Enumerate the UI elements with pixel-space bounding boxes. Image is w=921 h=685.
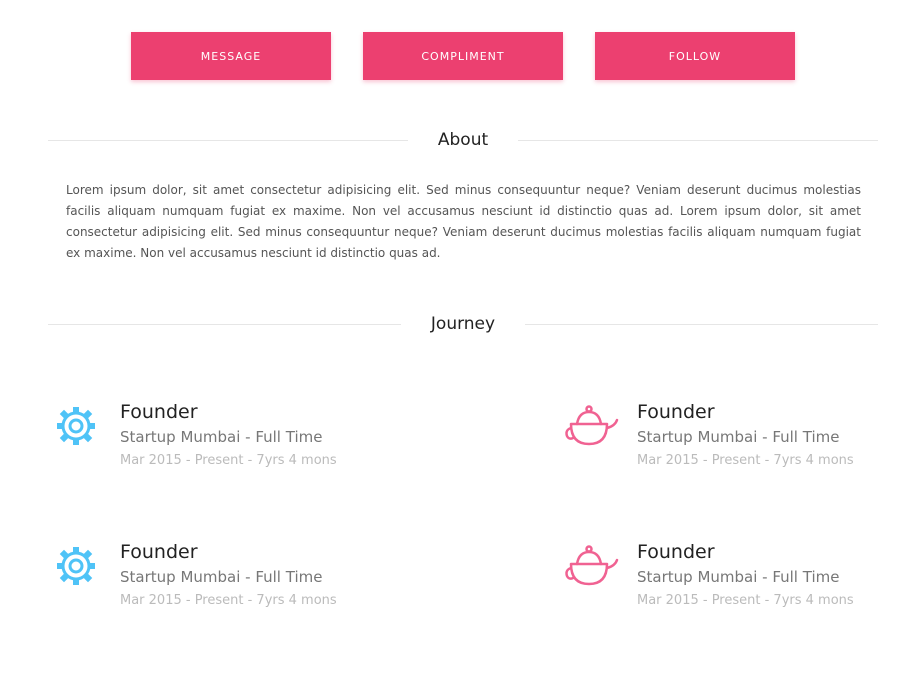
journey-company: Startup Mumbai - Full Time	[637, 568, 840, 586]
about-heading: About	[48, 130, 879, 150]
journey-item: Founder Startup Mumbai - Full Time Mar 2…	[563, 540, 893, 610]
divider	[48, 323, 401, 325]
journey-info: Founder Startup Mumbai - Full Time Mar 2…	[637, 400, 854, 470]
gear-icon	[57, 547, 95, 585]
journey-company: Startup Mumbai - Full Time	[637, 428, 840, 446]
follow-button[interactable]: Follow	[595, 32, 795, 80]
divider	[48, 139, 408, 141]
journey-title: Journey	[430, 314, 496, 334]
about-title: About	[437, 130, 489, 150]
message-button[interactable]: Message	[131, 32, 331, 80]
journey-period: Mar 2015 - Present - 7yrs 4 mons	[120, 593, 337, 608]
divider	[518, 139, 879, 141]
journey-role: Founder	[637, 401, 715, 423]
journey-item: Founder Startup Mumbai - Full Time Mar 2…	[52, 540, 382, 610]
journey-company: Startup Mumbai - Full Time	[120, 428, 323, 446]
journey-role: Founder	[120, 541, 198, 563]
action-buttons: Message Compliment Follow	[131, 32, 795, 80]
gear-icon	[57, 407, 95, 445]
journey-info: Founder Startup Mumbai - Full Time Mar 2…	[637, 540, 854, 610]
journey-company: Startup Mumbai - Full Time	[120, 568, 323, 586]
journey-info: Founder Startup Mumbai - Full Time Mar 2…	[120, 400, 337, 470]
journey-role: Founder	[637, 541, 715, 563]
journey-role: Founder	[120, 401, 198, 423]
compliment-button[interactable]: Compliment	[363, 32, 563, 80]
journey-heading: Journey	[48, 314, 878, 334]
journey-info: Founder Startup Mumbai - Full Time Mar 2…	[120, 540, 337, 610]
divider	[525, 323, 878, 325]
journey-period: Mar 2015 - Present - 7yrs 4 mons	[120, 453, 337, 468]
journey-item: Founder Startup Mumbai - Full Time Mar 2…	[52, 400, 382, 470]
profile-page: Message Compliment Follow About Lorem ip…	[0, 0, 921, 685]
journey-item: Founder Startup Mumbai - Full Time Mar 2…	[563, 400, 893, 470]
journey-period: Mar 2015 - Present - 7yrs 4 mons	[637, 593, 854, 608]
teapot-icon	[565, 545, 619, 586]
journey-period: Mar 2015 - Present - 7yrs 4 mons	[637, 453, 854, 468]
teapot-icon	[565, 405, 619, 446]
about-text: Lorem ipsum dolor, sit amet consectetur …	[66, 183, 861, 260]
